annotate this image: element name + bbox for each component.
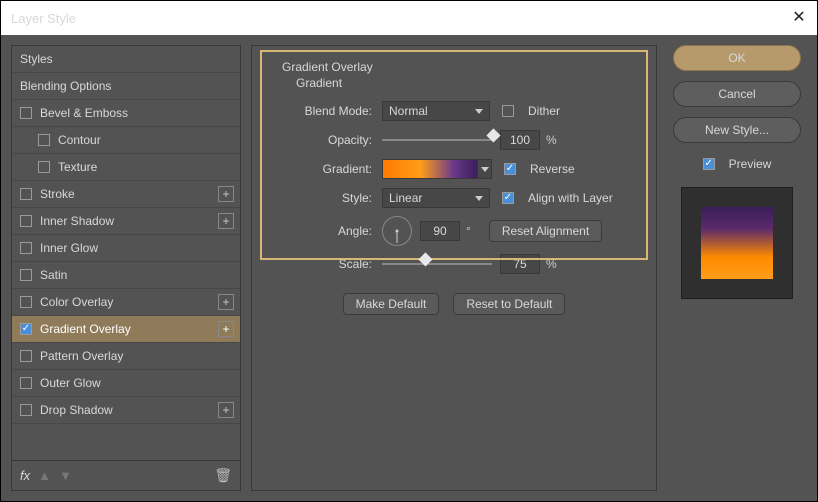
- opacity-slider[interactable]: [382, 131, 492, 149]
- checkbox-icon[interactable]: [20, 350, 32, 362]
- arrow-up-icon[interactable]: ▲: [38, 468, 51, 483]
- blend-mode-label: Blend Mode:: [272, 104, 382, 118]
- sidebar-footer: fx ▲ ▼ 🗑: [12, 460, 240, 490]
- style-select[interactable]: Linear: [382, 188, 490, 208]
- panel-subsection-title: Gradient: [296, 76, 636, 90]
- sidebar-item-bevel-emboss[interactable]: Bevel & Emboss: [12, 100, 240, 127]
- align-checkbox[interactable]: [502, 192, 514, 204]
- add-icon[interactable]: +: [218, 402, 234, 418]
- opacity-input[interactable]: 100: [500, 130, 540, 150]
- sidebar-item-texture[interactable]: Texture: [12, 154, 240, 181]
- panel-section-title: Gradient Overlay: [282, 60, 636, 74]
- sidebar-item-gradient-overlay[interactable]: Gradient Overlay+: [12, 316, 240, 343]
- checkbox-icon[interactable]: [20, 188, 32, 200]
- preview-gradient: [701, 207, 773, 279]
- sidebar-item-contour[interactable]: Contour: [12, 127, 240, 154]
- window-title: Layer Style: [11, 11, 76, 26]
- gradient-swatch[interactable]: [382, 159, 478, 179]
- add-icon[interactable]: +: [218, 213, 234, 229]
- angle-input[interactable]: 90: [420, 221, 460, 241]
- checkbox-icon[interactable]: [20, 269, 32, 281]
- checkbox-icon[interactable]: [20, 242, 32, 254]
- styles-sidebar: Styles Blending Options Bevel & Emboss C…: [11, 45, 241, 491]
- scale-label: Scale:: [272, 257, 382, 271]
- reverse-checkbox[interactable]: [504, 163, 516, 175]
- preview-label: Preview: [729, 157, 772, 171]
- gradient-dropdown-icon[interactable]: [478, 159, 492, 179]
- sidebar-item-drop-shadow[interactable]: Drop Shadow+: [12, 397, 240, 424]
- style-label: Style:: [272, 191, 382, 205]
- checkbox-icon[interactable]: [20, 377, 32, 389]
- sidebar-item-color-overlay[interactable]: Color Overlay+: [12, 289, 240, 316]
- add-icon[interactable]: +: [218, 186, 234, 202]
- add-icon[interactable]: +: [218, 294, 234, 310]
- sidebar-item-satin[interactable]: Satin: [12, 262, 240, 289]
- sidebar-item-outer-glow[interactable]: Outer Glow: [12, 370, 240, 397]
- checkbox-icon[interactable]: [20, 323, 32, 335]
- preview-checkbox[interactable]: [703, 158, 715, 170]
- close-icon[interactable]: ✕: [791, 10, 807, 26]
- scale-slider[interactable]: [382, 255, 492, 273]
- ok-button[interactable]: OK: [673, 45, 801, 71]
- reset-default-button[interactable]: Reset to Default: [453, 293, 565, 315]
- checkbox-icon[interactable]: [38, 161, 50, 173]
- gradient-label: Gradient:: [272, 162, 382, 176]
- add-icon[interactable]: +: [218, 321, 234, 337]
- sidebar-styles-header[interactable]: Styles: [12, 46, 240, 73]
- reverse-label: Reverse: [530, 162, 575, 176]
- arrow-down-icon[interactable]: ▼: [59, 468, 72, 483]
- sidebar-item-pattern-overlay[interactable]: Pattern Overlay: [12, 343, 240, 370]
- checkbox-icon[interactable]: [20, 107, 32, 119]
- checkbox-icon[interactable]: [20, 296, 32, 308]
- checkbox-icon[interactable]: [20, 215, 32, 227]
- opacity-label: Opacity:: [272, 133, 382, 147]
- checkbox-icon[interactable]: [20, 404, 32, 416]
- sidebar-blending-options[interactable]: Blending Options: [12, 73, 240, 100]
- titlebar: Layer Style ✕: [1, 1, 817, 35]
- sidebar-item-inner-glow[interactable]: Inner Glow: [12, 235, 240, 262]
- sidebar-item-stroke[interactable]: Stroke+: [12, 181, 240, 208]
- make-default-button[interactable]: Make Default: [343, 293, 440, 315]
- angle-dial[interactable]: [382, 216, 412, 246]
- trash-icon[interactable]: 🗑: [214, 467, 232, 484]
- dither-checkbox[interactable]: [502, 105, 514, 117]
- scale-unit: %: [546, 257, 557, 271]
- dither-label: Dither: [528, 104, 560, 118]
- reset-alignment-button[interactable]: Reset Alignment: [489, 220, 602, 242]
- settings-panel: Gradient Overlay Gradient Blend Mode: No…: [251, 45, 657, 491]
- angle-label: Angle:: [272, 224, 382, 238]
- align-label: Align with Layer: [528, 191, 613, 205]
- right-buttons: OK Cancel New Style... Preview: [667, 45, 807, 491]
- sidebar-item-inner-shadow[interactable]: Inner Shadow+: [12, 208, 240, 235]
- layer-style-dialog: Layer Style ✕ Styles Blending Options Be…: [0, 0, 818, 502]
- opacity-unit: %: [546, 133, 557, 147]
- preview-thumbnail: [681, 187, 793, 299]
- checkbox-icon[interactable]: [38, 134, 50, 146]
- cancel-button[interactable]: Cancel: [673, 81, 801, 107]
- new-style-button[interactable]: New Style...: [673, 117, 801, 143]
- scale-input[interactable]: 75: [500, 254, 540, 274]
- fx-menu-icon[interactable]: fx: [20, 468, 30, 483]
- blend-mode-select[interactable]: Normal: [382, 101, 490, 121]
- angle-unit: °: [466, 224, 471, 238]
